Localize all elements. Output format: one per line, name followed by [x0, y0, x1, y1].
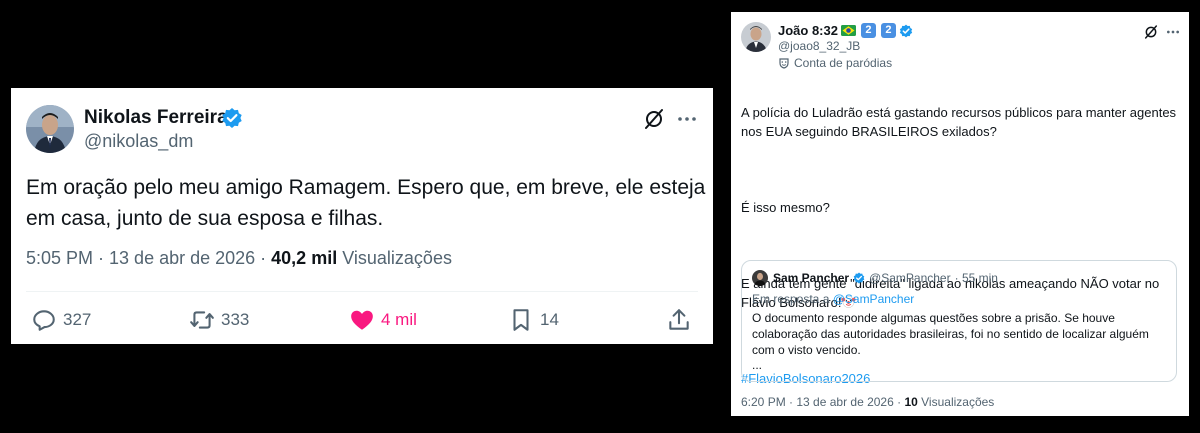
author-name[interactable]: João 8:32 [778, 23, 838, 38]
bookmark-count: 14 [540, 310, 559, 329]
quoted-tweet[interactable]: Sam Pancher @SamPancher · 55 min Em resp… [741, 260, 1177, 382]
tweet-paragraph: É isso mesmo? [741, 200, 830, 215]
reply-button[interactable]: 327 [31, 307, 91, 333]
more-icon[interactable] [675, 107, 699, 131]
divider [26, 291, 698, 292]
author-name[interactable]: Nikolas Ferreira [84, 107, 228, 129]
quote-header: Sam Pancher @SamPancher · 55 min [773, 271, 998, 285]
share-icon [669, 309, 689, 330]
reply-prefix: Em resposta a [752, 292, 833, 306]
more-icon[interactable] [1165, 24, 1181, 40]
quote-text: O documento responde algumas questões so… [752, 311, 1149, 357]
quote-author-name: Sam Pancher [773, 271, 850, 285]
keycap-badge: 2 [860, 23, 876, 38]
verified-badge-icon [222, 108, 242, 128]
share-button[interactable] [666, 307, 692, 333]
views-label: Visualizações [921, 395, 995, 409]
tweet-card-joao: João 8:32 2 2 @joao8_32_JB Conta de paró… [731, 12, 1189, 416]
author-handle[interactable]: @joao8_32_JB [778, 39, 860, 53]
heart-icon [351, 310, 373, 330]
author-handle[interactable]: @nikolas_dm [84, 131, 193, 152]
parody-mask-icon [779, 58, 789, 69]
tweet-meta: 5:05 PM · 13 de abr de 2026 · 40,2 mil V… [26, 248, 452, 269]
verified-badge-icon [899, 24, 913, 37]
retweet-button[interactable]: 333 [189, 307, 249, 333]
reply-handle-link[interactable]: @SamPancher [833, 292, 915, 306]
quote-ellipsis: ... [752, 358, 763, 372]
views-count: 40,2 mil [271, 248, 338, 268]
tweet-paragraph: A polícia do Luladrão está gastando recu… [741, 105, 1177, 139]
quote-time: · 55 min [954, 271, 998, 285]
quote-author-handle: @SamPancher [869, 271, 951, 285]
parody-text: Conta de paródias [794, 56, 893, 70]
retweet-icon [190, 311, 214, 329]
like-count: 4 mil [381, 310, 417, 329]
quote-avatar [752, 270, 768, 286]
quote-reply-context: Em resposta a @SamPancher [752, 292, 914, 306]
brazil-flag-icon [840, 25, 856, 36]
tweet-card-nikolas: Nikolas Ferreira @nikolas_dm Em oração p… [11, 88, 713, 344]
reply-icon [33, 310, 55, 331]
tweet-meta: 6:20 PM · 13 de abr de 2026 · 10 Visuali… [741, 395, 994, 409]
keycap-badge: 2 [880, 23, 896, 38]
grok-icon[interactable] [1143, 24, 1159, 40]
avatar[interactable] [26, 105, 74, 153]
tweet-time[interactable]: 5:05 PM · 13 de abr de 2026 · [26, 248, 271, 268]
bookmark-icon [513, 309, 529, 331]
avatar[interactable] [741, 22, 771, 52]
like-button[interactable]: 4 mil [349, 307, 417, 333]
author-name-row: João 8:32 2 2 [778, 23, 913, 38]
verified-badge-icon [853, 272, 865, 284]
tweet-time[interactable]: 6:20 PM · 13 de abr de 2026 · [741, 395, 904, 409]
reply-count: 327 [63, 310, 92, 329]
grok-icon[interactable] [642, 107, 666, 131]
retweet-count: 333 [221, 310, 250, 329]
views-count: 10 [904, 395, 918, 409]
bookmark-button[interactable]: 14 [508, 307, 559, 333]
views-label: Visualizações [342, 248, 452, 268]
parody-label: Conta de paródias [778, 56, 892, 70]
tweet-text: Em oração pelo meu amigo Ramagem. Espero… [26, 176, 706, 230]
